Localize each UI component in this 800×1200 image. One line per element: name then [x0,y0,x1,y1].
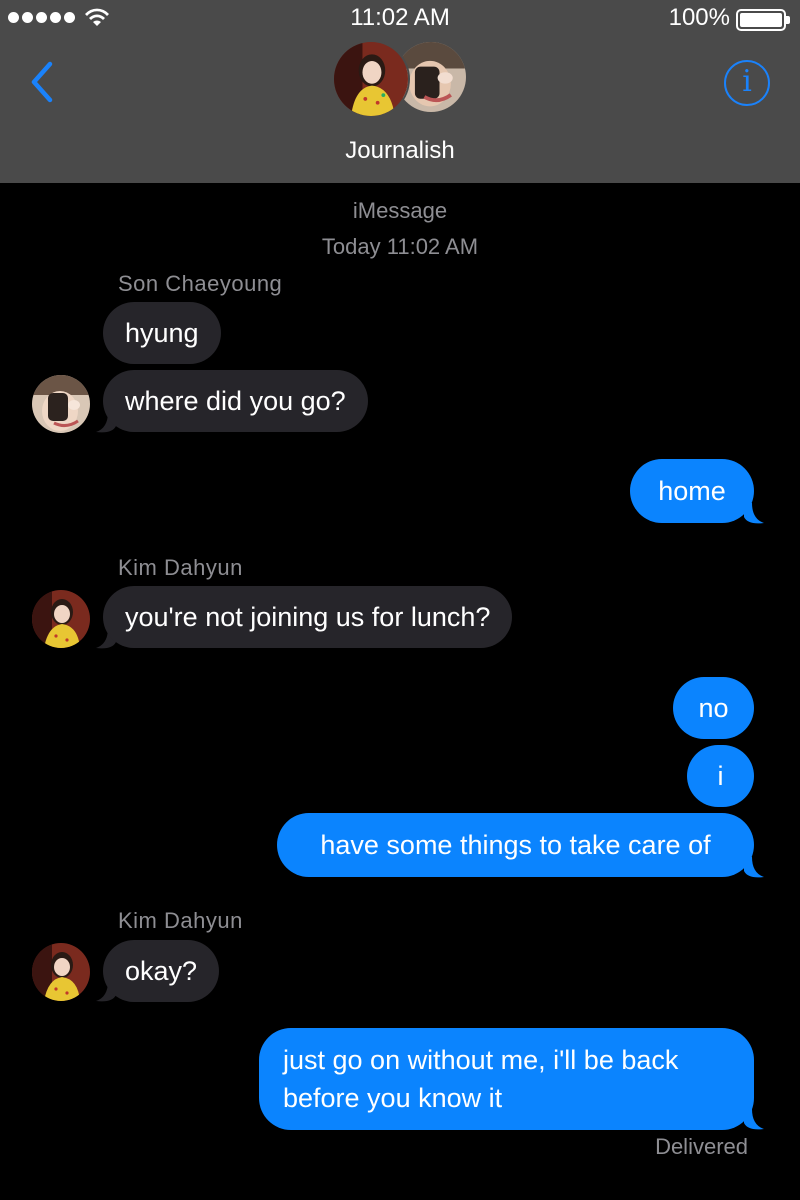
sender-name: Kim Dahyun [118,555,243,580]
bubble-tail [744,503,764,524]
chevron-left-icon[interactable] [26,58,58,106]
avatar-kim-dahyun [332,40,410,118]
battery-percentage: 100% [668,4,730,31]
bubble-tail [744,857,764,878]
sender-name: Son Chaeyoung [118,271,283,296]
timestamp: Today 11:02 AM [321,234,479,259]
navigation-header: 11:02 AM 100% i Journalish [0,0,800,183]
sender-name: Kim Dahyun [118,908,243,933]
avatar-kim-dahyun [32,590,90,648]
status-bar: 11:02 AM 100% [0,0,800,40]
message-bubble-incoming[interactable]: okay? [103,940,220,1002]
info-icon[interactable]: i [724,60,770,106]
message-bubble-outgoing[interactable]: have some things to take care of [277,813,754,877]
message-bubble-outgoing[interactable]: home [630,459,754,523]
message-bubble-outgoing[interactable]: no [673,677,754,739]
group-avatar[interactable] [330,40,470,120]
message-bubble-incoming[interactable]: where did you go? [103,370,368,432]
avatar-kim-dahyun [32,943,90,1001]
delivered-status: Delivered [655,1134,748,1159]
message-bubble-outgoing[interactable]: i [687,745,754,807]
message-bubble-outgoing[interactable]: just go on without me, i'll be back befo… [259,1028,754,1130]
message-bubble-incoming[interactable]: hyung [103,302,221,364]
chat-title[interactable]: Journalish [0,137,800,165]
avatar-son-chaeyoung [32,375,90,433]
service-label: iMessage [352,198,448,223]
bubble-tail [744,1109,764,1130]
message-bubble-incoming[interactable]: you're not joining us for lunch? [103,586,513,648]
battery-icon [736,9,790,31]
